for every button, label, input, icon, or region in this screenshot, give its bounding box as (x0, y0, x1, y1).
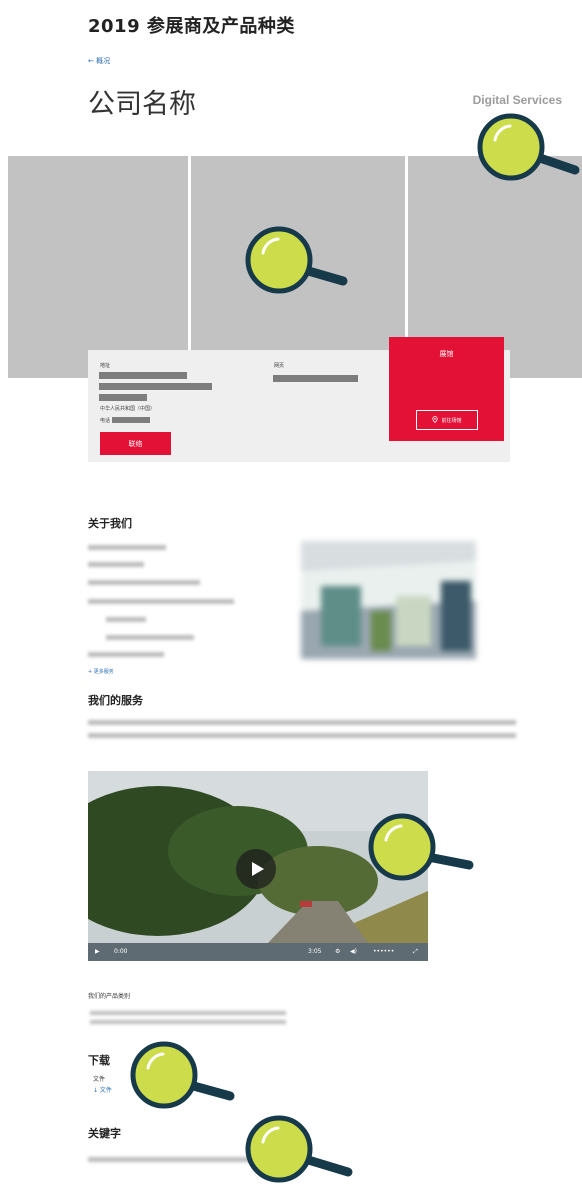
contact-button[interactable]: 联络 (100, 432, 171, 455)
location-pin-icon (432, 415, 439, 425)
product-item (90, 1020, 286, 1024)
play-icon (252, 862, 264, 876)
magnifier-icon (245, 226, 348, 294)
country-text: 中华人民共和国（中国） (100, 406, 156, 412)
file-label: 文件 (93, 1076, 106, 1083)
website-value[interactable] (273, 375, 358, 382)
services-text-line (88, 720, 516, 725)
keywords-heading: 关键字 (88, 1127, 121, 1140)
current-time: 0:00 (114, 948, 128, 955)
magnifier-icon (368, 813, 474, 881)
magnifier-icon (130, 1041, 235, 1109)
magnifier-icon (477, 113, 580, 181)
downloads-heading: 下载 (88, 1054, 110, 1067)
video-controls: ▶ 0:00 3:05 ⚙ ◀) •••••• ⤢ (88, 943, 428, 961)
about-text-line (106, 617, 146, 622)
settings-icon[interactable]: ⚙ (335, 948, 340, 955)
products-label: 我们的产品类别 (88, 993, 131, 1000)
address-line-1 (99, 372, 187, 379)
about-text-line (88, 545, 166, 550)
volume-icon[interactable]: ◀) (350, 948, 357, 955)
phone-value (112, 417, 150, 423)
web-label: 网页 (274, 363, 285, 369)
magnifier-icon (245, 1115, 353, 1183)
address-label: 地址 (100, 363, 111, 369)
services-text-line (88, 733, 516, 738)
hall-title: 展馆 (439, 350, 454, 358)
address-line-2 (99, 383, 212, 390)
about-text-line (88, 562, 144, 567)
category-label: Digital Services (472, 93, 562, 107)
page-title: 2019 参展商及产品种类 (88, 16, 295, 37)
product-item (90, 1011, 286, 1015)
fullscreen-icon[interactable]: ⤢ (413, 948, 418, 956)
file-download-link[interactable]: ↓ 文件 (93, 1085, 112, 1094)
play-button[interactable] (236, 849, 276, 889)
about-text-line (88, 580, 200, 585)
about-image (301, 541, 476, 659)
hall-panel: 展馆 前往场馆 (389, 337, 504, 441)
back-link[interactable]: ← 概况 (88, 56, 110, 66)
services-heading: 我们的服务 (88, 694, 143, 707)
about-text-line (88, 599, 234, 604)
gallery-image-1[interactable] (8, 156, 188, 378)
about-heading: 关于我们 (88, 517, 132, 530)
total-time: 3:05 (308, 948, 322, 955)
volume-slider[interactable]: •••••• (373, 948, 394, 955)
more-services-link[interactable]: + 更多服务 (88, 668, 114, 675)
about-text-line (106, 635, 194, 640)
hall-map-label: 前往场馆 (441, 417, 462, 424)
about-text-line (88, 652, 164, 657)
hall-map-button[interactable]: 前往场馆 (416, 410, 478, 430)
play-small-icon[interactable]: ▶ (95, 948, 100, 955)
company-name: 公司名称 (88, 89, 196, 120)
address-line-3 (99, 394, 147, 401)
phone-label: 电话 (100, 418, 111, 424)
